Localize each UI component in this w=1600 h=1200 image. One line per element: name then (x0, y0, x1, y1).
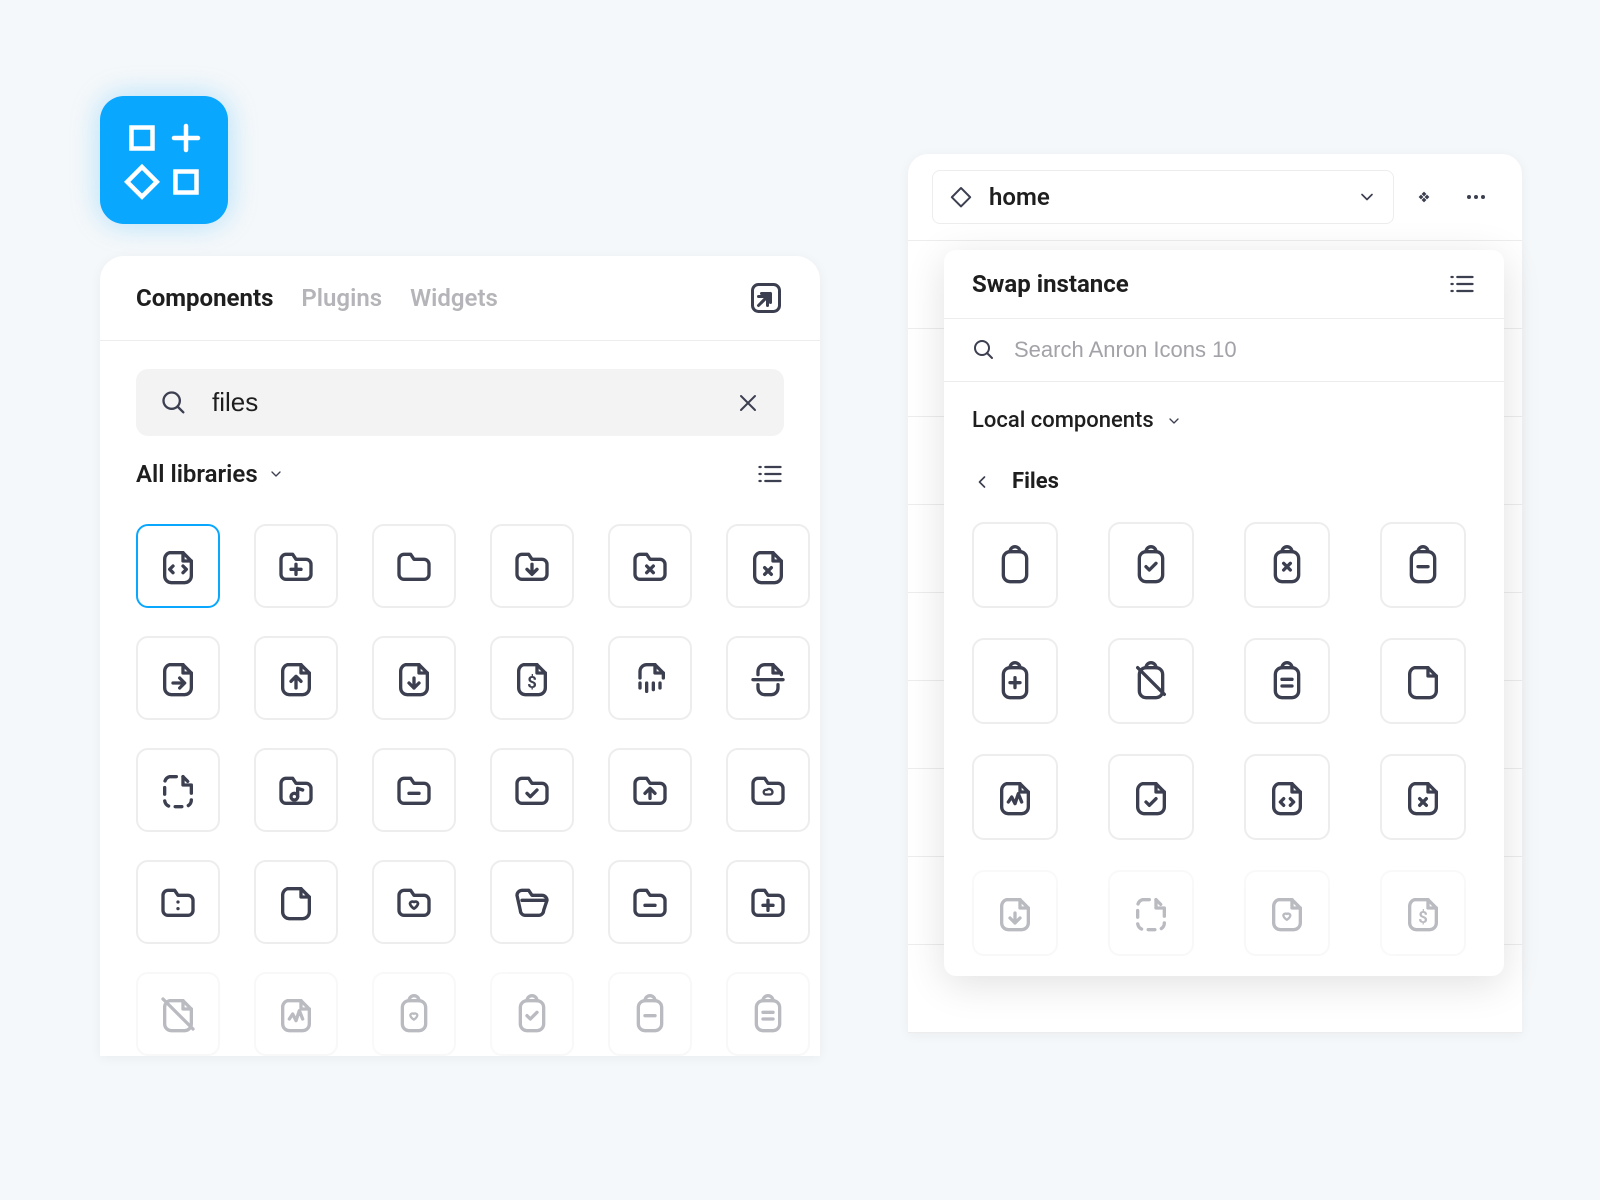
clipboard-minus-icon[interactable] (608, 972, 692, 1056)
chevron-down-icon (1166, 413, 1182, 429)
instance-diamond-icon (949, 185, 973, 209)
square-icon (124, 120, 160, 156)
instance-select[interactable]: home (932, 170, 1394, 224)
chevron-left-icon (972, 472, 992, 492)
file-remove-icon[interactable] (1380, 754, 1466, 840)
clipboard-add-icon[interactable] (972, 638, 1058, 724)
folder-upload-icon[interactable] (608, 748, 692, 832)
brand-badge (100, 96, 228, 224)
folder-cloud-icon[interactable] (726, 748, 810, 832)
file-dashed-icon[interactable] (136, 748, 220, 832)
file-remove-icon[interactable] (726, 524, 810, 608)
file-icon[interactable] (1380, 638, 1466, 724)
folder-minus-2-icon[interactable] (608, 860, 692, 944)
tab-components[interactable]: Components (136, 284, 273, 312)
clipboard-check-icon[interactable] (490, 972, 574, 1056)
swap-icons-grid: $ (944, 518, 1504, 976)
clear-search-icon[interactable] (736, 391, 760, 415)
folder-open-icon[interactable] (490, 860, 574, 944)
file-slash-icon[interactable] (136, 972, 220, 1056)
more-icon[interactable] (1454, 175, 1498, 219)
category-back[interactable]: Files (944, 459, 1504, 518)
swap-title: Swap instance (972, 270, 1129, 298)
folder-add-icon[interactable] (254, 524, 338, 608)
icons-grid: $ (100, 512, 820, 1056)
clipboard-remove-icon[interactable] (1244, 522, 1330, 608)
file-check-icon[interactable] (1108, 754, 1194, 840)
svg-text:$: $ (1418, 909, 1428, 928)
folder-check-icon[interactable] (490, 748, 574, 832)
instance-name: home (989, 183, 1341, 211)
file-blank-icon[interactable] (254, 860, 338, 944)
file-dollar-icon[interactable]: $ (490, 636, 574, 720)
folder-heart-icon[interactable] (372, 860, 456, 944)
folder-plus-icon[interactable] (726, 860, 810, 944)
folder-remove-icon[interactable] (608, 524, 692, 608)
clipboard-icon[interactable] (972, 522, 1058, 608)
instance-header: home (908, 154, 1522, 241)
folder-minus-icon[interactable] (372, 748, 456, 832)
search-icon (972, 338, 996, 362)
scope-label: Local components (972, 408, 1154, 433)
tab-plugins[interactable]: Plugins (301, 284, 382, 312)
components-panel: Components Plugins Widgets All libraries (100, 256, 820, 1056)
folder-music-icon[interactable] (254, 748, 338, 832)
clipboard-slash-icon[interactable] (1108, 638, 1194, 724)
svg-text:$: $ (527, 674, 537, 693)
tab-widgets[interactable]: Widgets (410, 284, 498, 312)
search-input[interactable] (212, 387, 712, 418)
design-panel: home Swap instance (908, 154, 1522, 1033)
file-scan-icon[interactable] (726, 636, 810, 720)
folder-icon[interactable] (372, 524, 456, 608)
tabs-row: Components Plugins Widgets (100, 256, 820, 341)
clipboard-check-icon[interactable] (1108, 522, 1194, 608)
file-export-icon[interactable] (136, 636, 220, 720)
square-outline-icon (168, 164, 204, 200)
swap-search-input[interactable] (1014, 337, 1476, 363)
libraries-label: All libraries (136, 460, 258, 488)
plus-icon (168, 120, 204, 156)
pop-out-icon[interactable] (748, 280, 784, 316)
search-box (136, 369, 784, 436)
file-activity-icon[interactable] (972, 754, 1058, 840)
swap-icon[interactable] (1402, 175, 1446, 219)
file-download-icon[interactable] (372, 636, 456, 720)
swap-search-box (944, 318, 1504, 382)
chevron-down-icon (268, 466, 284, 482)
folder-more-icon[interactable] (136, 860, 220, 944)
file-code-icon[interactable] (136, 524, 220, 608)
file-upload-icon[interactable] (254, 636, 338, 720)
file-heart-icon[interactable] (1244, 870, 1330, 956)
list-view-icon[interactable] (1448, 270, 1476, 298)
clipboard-text-icon[interactable] (1244, 638, 1330, 724)
list-view-icon[interactable] (756, 460, 784, 488)
folder-download-icon[interactable] (490, 524, 574, 608)
file-dollar-icon[interactable]: $ (1380, 870, 1466, 956)
search-icon (160, 389, 188, 417)
file-dashed-icon[interactable] (1108, 870, 1194, 956)
clipboard-text-icon[interactable] (726, 972, 810, 1056)
scope-dropdown[interactable]: Local components (944, 382, 1504, 459)
diamond-icon (124, 164, 160, 200)
chevron-down-icon (1357, 187, 1377, 207)
category-label: Files (1012, 469, 1059, 494)
file-shred-icon[interactable] (608, 636, 692, 720)
swap-instance-panel: Swap instance Local components Files (944, 250, 1504, 976)
file-code-icon[interactable] (1244, 754, 1330, 840)
file-download-icon[interactable] (972, 870, 1058, 956)
file-activity-icon[interactable] (254, 972, 338, 1056)
libraries-dropdown[interactable]: All libraries (136, 460, 284, 488)
clipboard-minus-icon[interactable] (1380, 522, 1466, 608)
clipboard-heart-icon[interactable] (372, 972, 456, 1056)
